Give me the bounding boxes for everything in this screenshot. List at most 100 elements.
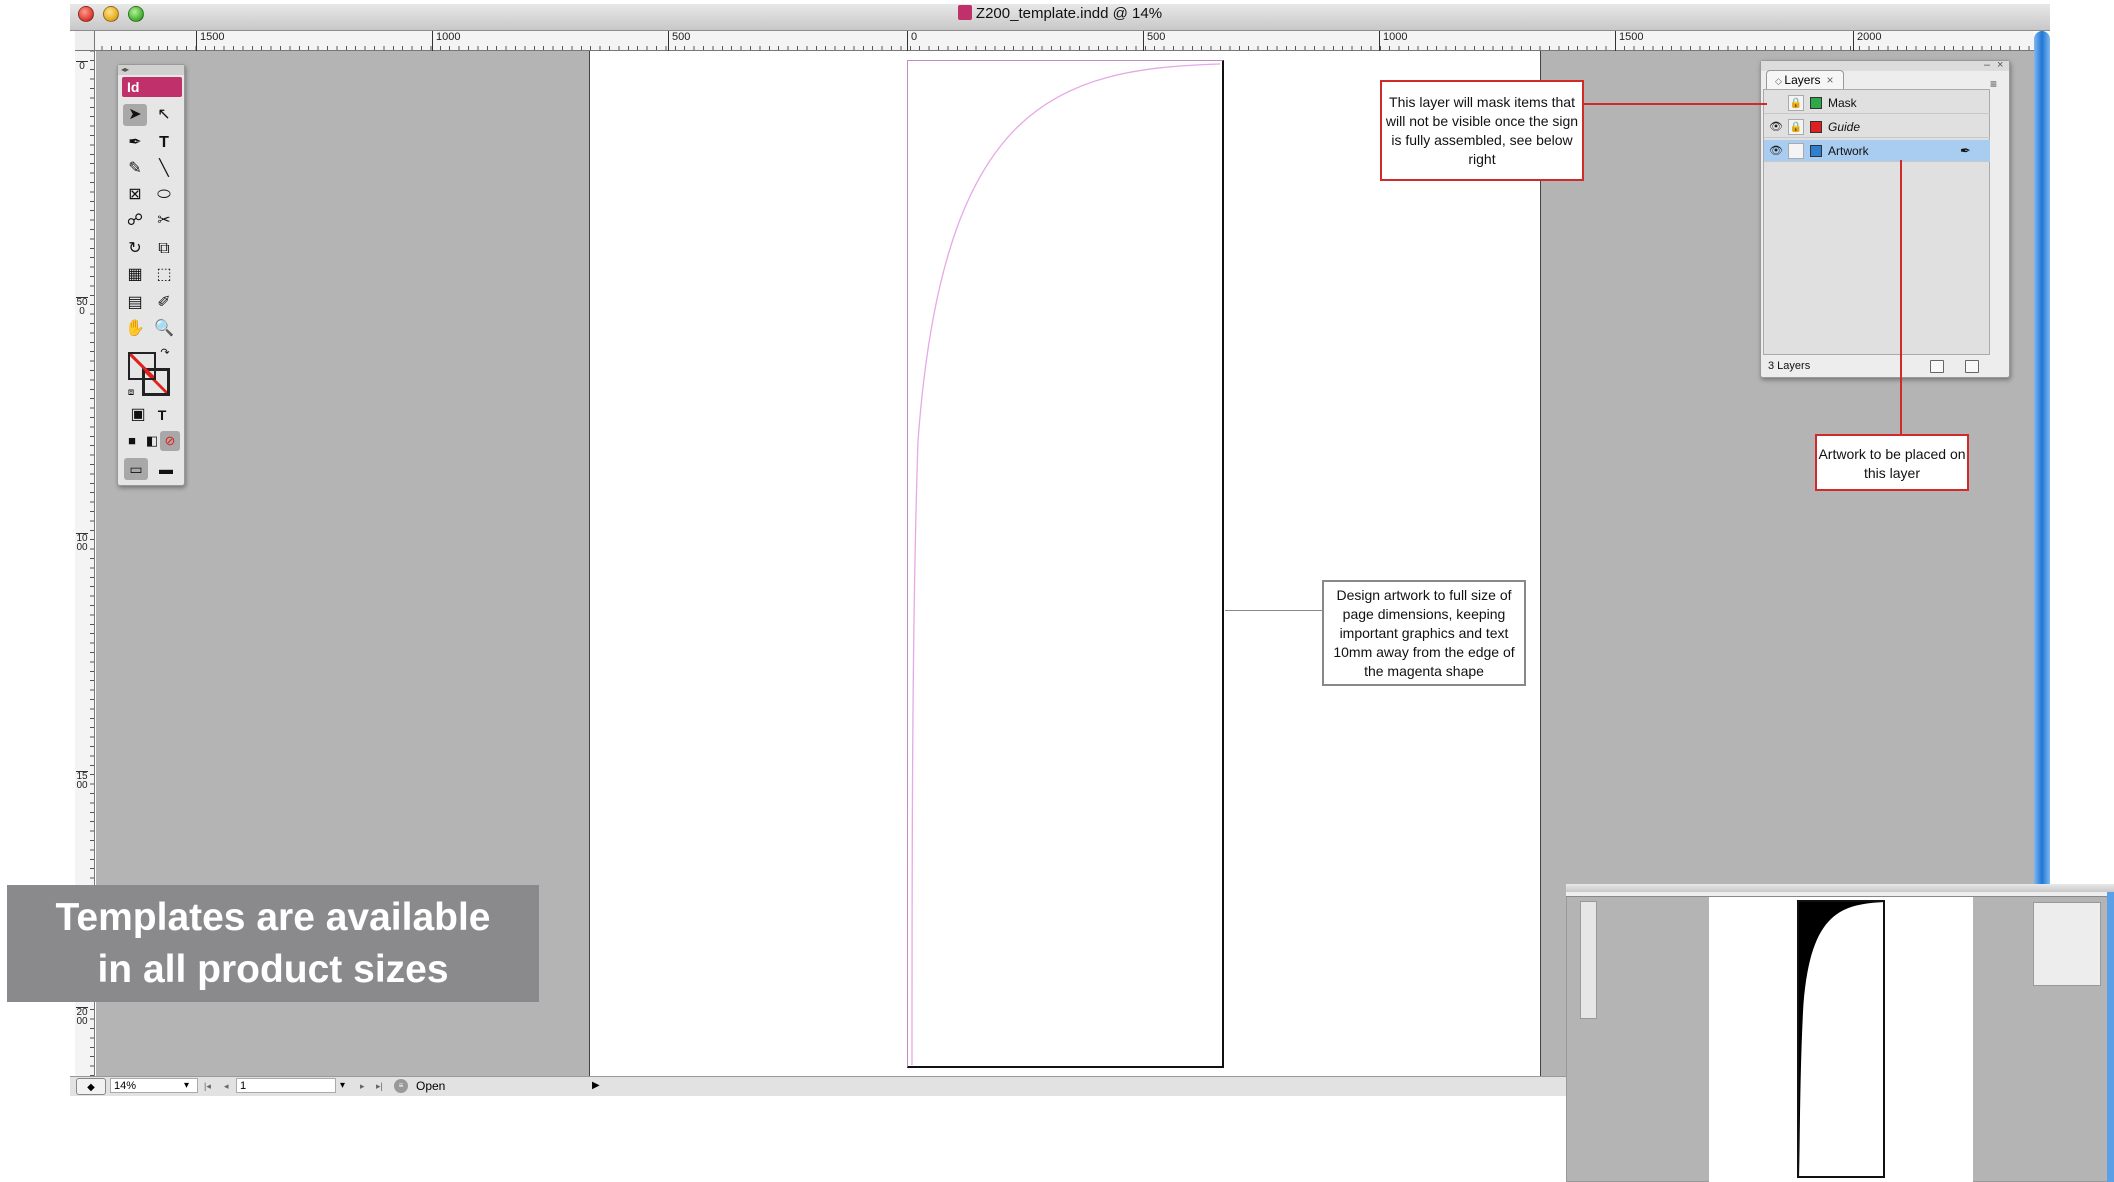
line-tool-icon[interactable]: ╲ — [152, 158, 176, 180]
lock-icon[interactable]: 🔒 — [1788, 119, 1804, 135]
ruler-label: 2000 — [1853, 31, 1881, 51]
ruler-label: 0 — [907, 31, 917, 51]
layer-row-artwork[interactable]: 👁 Artwork ✒ — [1764, 140, 1990, 162]
view-toggle-button[interactable]: ◆ — [76, 1078, 106, 1095]
lock-toggle[interactable] — [1788, 143, 1804, 159]
thumbnail-titlebar — [1566, 884, 2114, 892]
page-frame[interactable] — [907, 60, 1224, 1068]
layer-color-chip — [1810, 97, 1822, 109]
lock-icon[interactable]: 🔒 — [1788, 95, 1804, 111]
button-tool-icon[interactable]: ☍ — [123, 210, 147, 232]
fill-swatch-icon[interactable] — [128, 352, 156, 380]
normal-view-icon[interactable]: ▭ — [124, 458, 148, 480]
ruler-label: 2000 — [76, 1007, 88, 1027]
next-page-icon[interactable]: ▸ — [360, 1078, 365, 1094]
layer-row-guide[interactable]: 👁 🔒 Guide — [1764, 116, 1990, 138]
direct-selection-tool-icon[interactable]: ↖ — [152, 104, 176, 126]
ruler-label: 1500 — [76, 771, 88, 791]
horizontal-ruler[interactable] — [92, 31, 2034, 51]
pen-target-icon: ✒ — [1960, 143, 1971, 158]
layers-tab-label: Layers — [1784, 73, 1821, 87]
visibility-toggle[interactable] — [1768, 95, 1784, 111]
tab-close-icon[interactable]: × — [1826, 73, 1833, 87]
design-guidelines-callout: Design artwork to full size of page dime… — [1322, 580, 1526, 686]
zoom-tool-icon[interactable]: 🔍 — [152, 318, 176, 340]
tools-panel-grip[interactable]: ◂▸ — [118, 65, 184, 75]
ruler-label: 500 — [76, 297, 88, 317]
ruler-label: 1000 — [1379, 31, 1407, 51]
layer-color-chip — [1810, 121, 1822, 133]
panel-collapse-icon[interactable]: – — [1984, 60, 1990, 71]
thumbnail-tools-panel — [1580, 901, 1597, 1019]
artwork-layer-callout: Artwork to be placed on this layer — [1815, 434, 1969, 491]
eye-icon[interactable]: 👁 — [1768, 143, 1784, 159]
window-title-text: Z200_template.indd @ 14% — [975, 5, 1163, 22]
new-layer-icon[interactable] — [1930, 360, 1944, 373]
panel-close-icon[interactable]: × — [1997, 60, 2003, 71]
ruler-origin[interactable] — [75, 31, 95, 51]
ellipse-tool-icon[interactable]: ⬭ — [152, 184, 176, 206]
formatting-container-icon[interactable]: ▣ — [126, 404, 150, 426]
default-fill-stroke-icon[interactable]: ⧈ — [124, 386, 138, 400]
artwork-leader-line — [1900, 160, 1902, 436]
ruler-label: 1000 — [76, 533, 88, 553]
ruler-label: 500 — [668, 31, 690, 51]
scissors-tool-icon[interactable]: ✂ — [152, 210, 176, 232]
zoom-value: 14% — [114, 1080, 137, 1092]
note-tool-icon[interactable]: ▤ — [123, 292, 147, 314]
first-page-icon[interactable]: |◂ — [204, 1078, 211, 1094]
banner-line-1: Templates are available — [55, 896, 491, 939]
layer-name: Artwork — [1828, 144, 1869, 158]
previous-page-icon[interactable]: ◂ — [224, 1078, 229, 1094]
last-page-icon[interactable]: ▸| — [376, 1078, 383, 1094]
pen-tool-icon[interactable]: ✒ — [123, 132, 147, 154]
layer-name: Guide — [1828, 120, 1861, 134]
ruler-label: 0 — [76, 61, 88, 72]
rectangle-frame-tool-icon[interactable]: ⊠ — [123, 184, 147, 206]
scale-tool-icon[interactable]: ⧉ — [152, 238, 176, 260]
ruler-label: 1000 — [432, 31, 460, 51]
thumbnail-layers-panel — [2033, 902, 2101, 986]
gradient-tool-icon[interactable]: ▦ — [123, 264, 147, 286]
thumbnail-scrollbar — [2107, 892, 2114, 1182]
pencil-tool-icon[interactable]: ✎ — [123, 158, 147, 180]
status-menu-arrow-icon[interactable]: ▶ — [592, 1078, 600, 1094]
layer-row-mask[interactable]: 🔒 Mask — [1764, 92, 1990, 114]
design-leader-line — [1225, 610, 1322, 611]
magenta-mask-curve — [911, 63, 1221, 1066]
apply-none-icon[interactable]: ⊘ — [160, 431, 180, 451]
hand-tool-icon[interactable]: ✋ — [123, 318, 147, 340]
type-tool-icon[interactable]: T — [152, 132, 176, 154]
layer-color-chip — [1810, 145, 1822, 157]
eye-icon[interactable]: 👁 — [1768, 119, 1784, 135]
mask-layer-callout: This layer will mask items that will not… — [1380, 80, 1584, 181]
swap-fill-stroke-icon[interactable]: ↷ — [158, 346, 172, 360]
ruler-label: 1500 — [196, 31, 224, 51]
chevron-down-icon[interactable]: ▾ — [340, 1078, 345, 1094]
formatting-text-icon[interactable]: T — [150, 404, 174, 426]
mask-leader-line — [1584, 103, 1767, 105]
banner-line-2: in all product sizes — [97, 948, 449, 991]
thumbnail-page — [1797, 900, 1885, 1178]
page-number-field[interactable]: 1 — [236, 1078, 336, 1093]
rotate-tool-icon[interactable]: ↻ — [123, 238, 147, 260]
ruler-label: 500 — [1143, 31, 1165, 51]
eyedropper-tool-icon[interactable]: ✐ — [152, 292, 176, 314]
page-number-value: 1 — [240, 1080, 247, 1092]
mask-shape — [1799, 902, 1883, 1176]
chevron-down-icon[interactable]: ▾ — [184, 1078, 189, 1094]
document-status: Open — [416, 1079, 446, 1093]
panel-menu-icon[interactable]: ≡ — [1990, 77, 1997, 91]
layer-name: Mask — [1828, 96, 1857, 110]
preview-view-icon[interactable]: ▬ — [154, 458, 178, 480]
free-transform-tool-icon[interactable]: ⬚ — [152, 264, 176, 286]
selection-tool-icon[interactable]: ➤ — [123, 104, 147, 126]
templates-banner: Templates are available in all product s… — [7, 885, 539, 1002]
ruler-label: 1500 — [1615, 31, 1643, 51]
indesign-logo: Id — [122, 77, 182, 97]
indesign-document-icon — [957, 5, 972, 20]
layers-tab[interactable]: ◇ Layers × — [1766, 70, 1844, 89]
trash-icon[interactable] — [1965, 360, 1979, 373]
preflight-icon[interactable]: ≡ — [394, 1079, 408, 1093]
window-title: Z200_template.indd @ 14% — [0, 5, 2114, 22]
